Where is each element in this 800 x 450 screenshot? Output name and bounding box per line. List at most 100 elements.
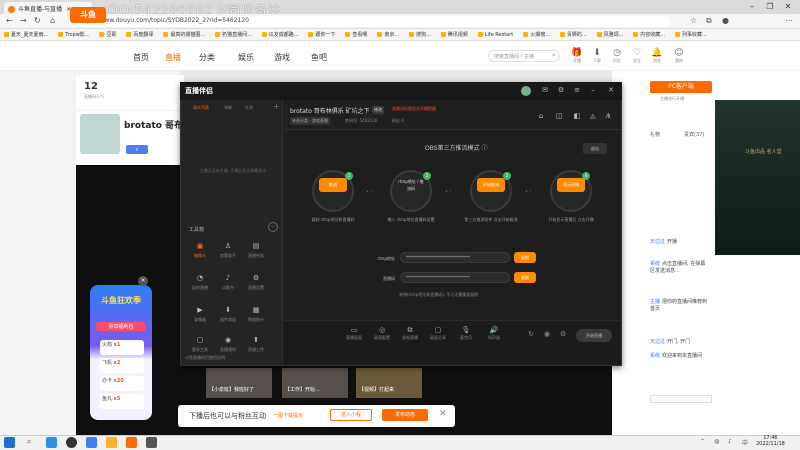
nav-entertainment[interactable]: 娱乐	[238, 52, 254, 63]
exit-mode-button[interactable]: 退出	[583, 143, 607, 154]
bookmark[interactable]: 最真的爆猫图...	[163, 31, 205, 38]
edge-icon[interactable]	[46, 437, 57, 448]
promo-item[interactable]: 办卡 x20	[100, 376, 144, 391]
app-icon[interactable]	[146, 437, 157, 448]
bookmark[interactable]: 内容收藏...	[633, 31, 665, 38]
bookmark[interactable]: 风雅颂...	[597, 31, 624, 38]
bookmark[interactable]: 扔猫直播间...	[215, 31, 252, 38]
help-link[interactable]: 斗鱼直播伴侣使用说明	[185, 355, 225, 361]
bookmark[interactable]: 青狮的...	[560, 31, 587, 38]
star-icon[interactable]: ☆	[690, 16, 697, 25]
bookmark[interactable]: 瓜友成都路...	[262, 31, 299, 38]
app-icon[interactable]	[86, 437, 97, 448]
back-icon[interactable]: ←	[6, 16, 13, 25]
bookmark[interactable]: Tropw影...	[58, 31, 89, 38]
bookmark[interactable]: 豆耶	[99, 31, 116, 38]
home-icon[interactable]: ⌂	[50, 16, 55, 25]
bookmark[interactable]: 火爆榜...	[523, 31, 550, 38]
screen-share-button[interactable]: ▢ 画面分享	[426, 326, 450, 341]
tool-camera[interactable]: ▣ 摄像头	[186, 242, 214, 259]
profile-icon[interactable]: ●	[722, 16, 729, 25]
bookmark[interactable]: 跟你一下	[308, 31, 335, 38]
post-update-button[interactable]: 发布动态	[382, 409, 428, 421]
bookmark[interactable]: 腾讯视频	[441, 31, 468, 38]
network-icon[interactable]: ◍	[714, 438, 719, 445]
bookmark[interactable]: 夏天_夏天夏雨...	[4, 31, 48, 38]
multi-stream-button[interactable]: ⧉ 多档直播	[398, 326, 422, 341]
share-icon[interactable]: ⋔	[603, 112, 613, 120]
video-thumbnail[interactable]: 【视频】打起来	[356, 368, 422, 398]
close-window-button[interactable]: ✕	[780, 2, 796, 12]
tab-gifts[interactable]: 礼物	[650, 131, 660, 138]
mail-icon[interactable]: ✉	[540, 86, 550, 94]
chevron-up-icon[interactable]: ⌃	[700, 438, 705, 445]
history-icon[interactable]: ◷ 历史	[610, 48, 624, 64]
add-icon[interactable]: +	[273, 102, 280, 111]
promo-item[interactable]: 火箭 x1	[100, 340, 144, 355]
stream-code-field[interactable]: ********************************	[400, 272, 510, 283]
banner-link[interactable]: 一图下载提示	[273, 412, 303, 419]
tool-live-task[interactable]: ▤ 直播任务	[242, 242, 270, 259]
tool-notify[interactable]: ◉ 直播通知	[214, 336, 242, 353]
nav-home[interactable]: 首页	[133, 52, 149, 63]
hall-of-fame-banner[interactable]	[715, 100, 800, 255]
tool-recorder[interactable]: ▶ 录像器	[186, 306, 214, 323]
tool-more[interactable]: ▢ 更多工具	[186, 336, 214, 353]
start-live-button[interactable]: 开始直播	[576, 329, 612, 342]
url-input[interactable]: https://www.douyu.com/topic/SYDB2022_2?r…	[70, 16, 670, 27]
nav-live[interactable]: 直播	[165, 52, 181, 63]
speaker-button[interactable]: 🔊 扬声器	[482, 326, 506, 341]
video-thumbnail[interactable]: 【工作】开始...	[282, 368, 348, 398]
tab-audience[interactable]: 观众列表	[193, 105, 209, 111]
eye-icon[interactable]: ◉	[544, 330, 550, 338]
avatar[interactable]	[80, 114, 120, 154]
menu-icon[interactable]: ⋯	[785, 16, 793, 25]
follow-icon[interactable]: ♡ 关注	[630, 48, 644, 64]
copy-rtmp-button[interactable]: 复制	[514, 252, 536, 263]
menu-icon[interactable]: ≡	[572, 86, 582, 94]
nav-category[interactable]: 分类	[199, 52, 215, 63]
search-icon[interactable]: ⌕	[552, 51, 556, 60]
pc-client-button[interactable]: PC客户端	[650, 81, 712, 93]
bookmark[interactable]: 南京...	[377, 31, 399, 38]
microphone-button[interactable]: 🎙 麦克风	[454, 326, 478, 341]
chat-input[interactable]	[650, 395, 712, 403]
tool-settings[interactable]: ⚙ 直播设置	[242, 274, 270, 291]
scene-button[interactable]: ▭ 直播画面	[342, 326, 366, 341]
settings-icon[interactable]: ⚙	[560, 330, 566, 338]
volume-icon[interactable]: ♪	[728, 438, 732, 445]
tool-stats[interactable]: ▦ 数据统计	[242, 306, 270, 323]
tab-danmaku[interactable]: 弹幕	[224, 105, 232, 111]
mini-program-button[interactable]: 进入小程	[330, 409, 372, 421]
tool-room-manager[interactable]: ♙ 房管助手	[214, 242, 242, 259]
avatar[interactable]	[521, 86, 531, 96]
minimize-icon[interactable]: –	[588, 86, 598, 94]
nav-games[interactable]: 游戏	[274, 52, 290, 63]
download-icon[interactable]: ⬇ 下载	[590, 48, 604, 64]
tool-upload[interactable]: ⬆ 资源上传	[242, 336, 270, 353]
rtmp-address-field[interactable]: ********************************	[400, 252, 510, 263]
bookmark[interactable]: 搜狗...	[409, 31, 431, 38]
more-icon[interactable]: ⋯	[268, 222, 278, 232]
user-icon[interactable]: ☺ 我的	[672, 48, 686, 64]
tool-delay[interactable]: ◔ 延时直播	[186, 274, 214, 291]
settings-icon[interactable]: ⚙	[556, 86, 566, 94]
help-icon[interactable]: ⓘ	[481, 145, 487, 152]
minimize-button[interactable]: –	[744, 2, 760, 12]
tool-plugins[interactable]: ⬇ 插件商店	[214, 306, 242, 323]
close-icon[interactable]: ✕	[606, 86, 616, 94]
search-input[interactable]: 搜索直播间 / 主播	[488, 50, 560, 62]
bookmark[interactable]: 查看哪	[345, 31, 367, 38]
copy-code-button[interactable]: 复制	[514, 272, 536, 283]
close-icon[interactable]: ✕	[439, 409, 447, 419]
shirt-icon[interactable]: ◫	[554, 112, 564, 120]
close-icon[interactable]: ×	[138, 276, 148, 286]
refresh-icon[interactable]: ↻	[528, 330, 534, 338]
video-thumbnail[interactable]: 【小泉班】我班好了	[206, 368, 272, 398]
bag-icon[interactable]: ◧	[572, 112, 582, 120]
douyu-logo[interactable]: 斗鱼	[70, 7, 106, 23]
gift-icon[interactable]: 🎁 开播	[570, 48, 584, 64]
ime-icon[interactable]: 中	[742, 438, 748, 447]
bookmark[interactable]: Life Restart	[478, 32, 514, 38]
chrome-icon[interactable]	[66, 437, 77, 448]
